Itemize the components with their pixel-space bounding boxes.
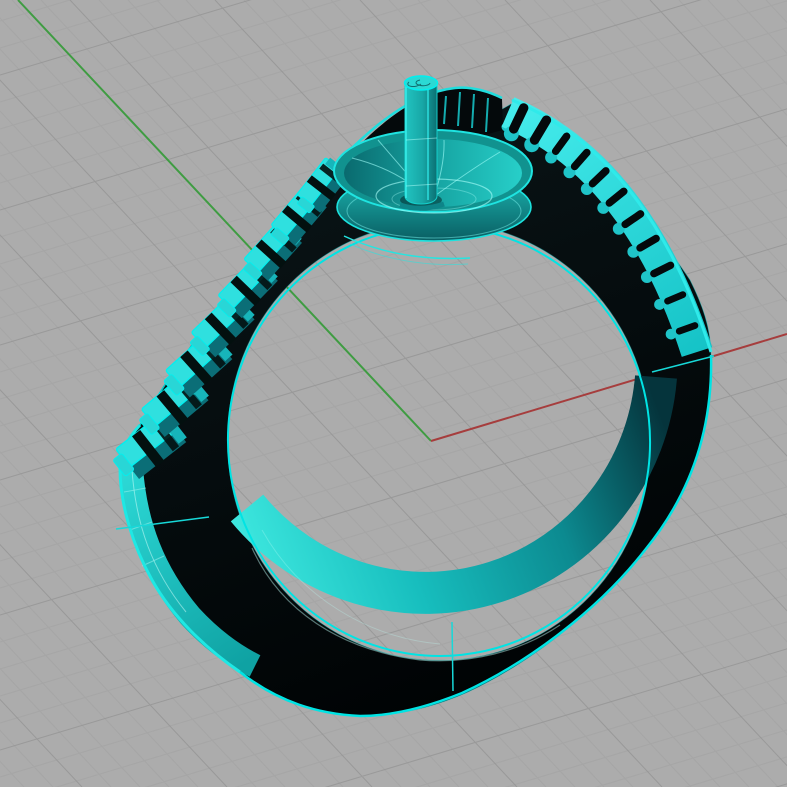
center-peg (399, 75, 445, 211)
comb-cutout-cup (654, 299, 665, 310)
peg-top-cap (403, 75, 439, 91)
comb-cutout-cup (665, 328, 677, 340)
seam-line-bottom (451, 621, 454, 692)
viewport-3d[interactable] (0, 0, 787, 787)
